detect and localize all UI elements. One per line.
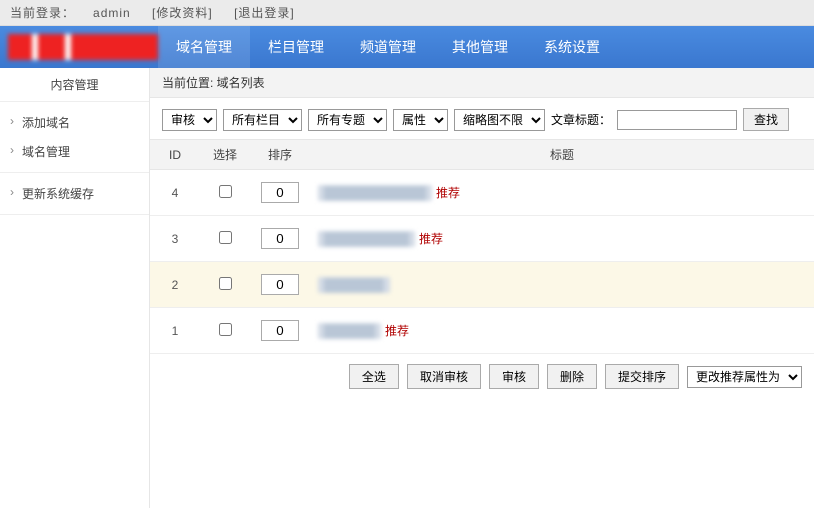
- login-prefix: 当前登录：: [10, 6, 75, 20]
- header: 域名管理 栏目管理 频道管理 其他管理 系统设置: [0, 26, 814, 68]
- sort-input[interactable]: [261, 182, 299, 203]
- filter-title-input[interactable]: [617, 110, 737, 130]
- filter-audit[interactable]: 审核: [162, 109, 217, 131]
- submit-sort-button[interactable]: 提交排序: [605, 364, 679, 389]
- row-checkbox[interactable]: [219, 323, 232, 336]
- cell-id: 4: [150, 170, 200, 216]
- row-title[interactable]: ████████████: [318, 185, 432, 201]
- nav-other[interactable]: 其他管理: [434, 26, 526, 68]
- sidebar-title: 内容管理: [0, 68, 149, 102]
- row-title[interactable]: ██████████: [318, 231, 415, 247]
- change-recommend-select[interactable]: 更改推荐属性为: [687, 366, 802, 388]
- filter-bar: 审核 所有栏目 所有专题 属性 缩略图不限 文章标题： 查找: [150, 98, 814, 139]
- table-row: 1 ██████ 推荐: [150, 308, 814, 354]
- filter-attr[interactable]: 属性: [393, 109, 448, 131]
- th-id: ID: [150, 140, 200, 170]
- main-panel: 当前位置: 域名列表 审核 所有栏目 所有专题 属性 缩略图不限 文章标题： 查…: [150, 68, 814, 508]
- cell-id: 1: [150, 308, 200, 354]
- nav-system[interactable]: 系统设置: [526, 26, 618, 68]
- filter-title-label: 文章标题：: [551, 111, 611, 128]
- row-checkbox[interactable]: [219, 231, 232, 244]
- row-checkbox[interactable]: [219, 185, 232, 198]
- nav-column[interactable]: 栏目管理: [250, 26, 342, 68]
- table-row: 2 ███████: [150, 262, 814, 308]
- row-title[interactable]: ███████: [318, 277, 390, 293]
- sort-input[interactable]: [261, 320, 299, 341]
- topbar: 当前登录： admin [修改资料] [退出登录]: [0, 0, 814, 26]
- sidebar-domain-mgmt[interactable]: 域名管理: [0, 137, 149, 166]
- nav-domain[interactable]: 域名管理: [158, 26, 250, 68]
- th-select: 选择: [200, 140, 250, 170]
- sidebar-refresh-cache[interactable]: 更新系统缓存: [0, 179, 149, 208]
- sidebar-add-domain[interactable]: 添加域名: [0, 108, 149, 137]
- row-checkbox[interactable]: [219, 277, 232, 290]
- recommend-badge: 推荐: [385, 324, 409, 338]
- actions-bar: 全选 取消审核 审核 删除 提交排序 更改推荐属性为: [150, 354, 814, 399]
- th-sort: 排序: [250, 140, 310, 170]
- cell-id: 3: [150, 216, 200, 262]
- sidebar: 内容管理 添加域名 域名管理 更新系统缓存: [0, 68, 150, 508]
- sidebar-group-2: 更新系统缓存: [0, 173, 149, 215]
- cell-id: 2: [150, 262, 200, 308]
- domain-table: ID 选择 排序 标题 4 ████████████ 推荐 3 ██████████ 推荐…: [150, 139, 814, 354]
- select-all-button[interactable]: 全选: [349, 364, 399, 389]
- breadcrumb: 当前位置: 域名列表: [150, 68, 814, 98]
- login-user: admin: [93, 6, 131, 20]
- filter-thumb[interactable]: 缩略图不限: [454, 109, 545, 131]
- row-title[interactable]: ██████: [318, 323, 381, 339]
- delete-button[interactable]: 删除: [547, 364, 597, 389]
- logout-link[interactable]: [退出登录]: [234, 6, 295, 20]
- main-nav: 域名管理 栏目管理 频道管理 其他管理 系统设置: [158, 26, 618, 68]
- nav-channel[interactable]: 频道管理: [342, 26, 434, 68]
- th-title: 标题: [310, 140, 814, 170]
- search-button[interactable]: 查找: [743, 108, 789, 131]
- filter-column[interactable]: 所有栏目: [223, 109, 302, 131]
- recommend-badge: 推荐: [436, 186, 460, 200]
- cancel-audit-button[interactable]: 取消审核: [407, 364, 481, 389]
- logo: [8, 34, 158, 60]
- sidebar-group-1: 添加域名 域名管理: [0, 102, 149, 173]
- table-row: 3 ██████████ 推荐: [150, 216, 814, 262]
- recommend-badge: 推荐: [419, 232, 443, 246]
- edit-profile-link[interactable]: [修改资料]: [152, 6, 213, 20]
- audit-button[interactable]: 审核: [489, 364, 539, 389]
- sort-input[interactable]: [261, 274, 299, 295]
- table-row: 4 ████████████ 推荐: [150, 170, 814, 216]
- filter-topic[interactable]: 所有专题: [308, 109, 387, 131]
- sort-input[interactable]: [261, 228, 299, 249]
